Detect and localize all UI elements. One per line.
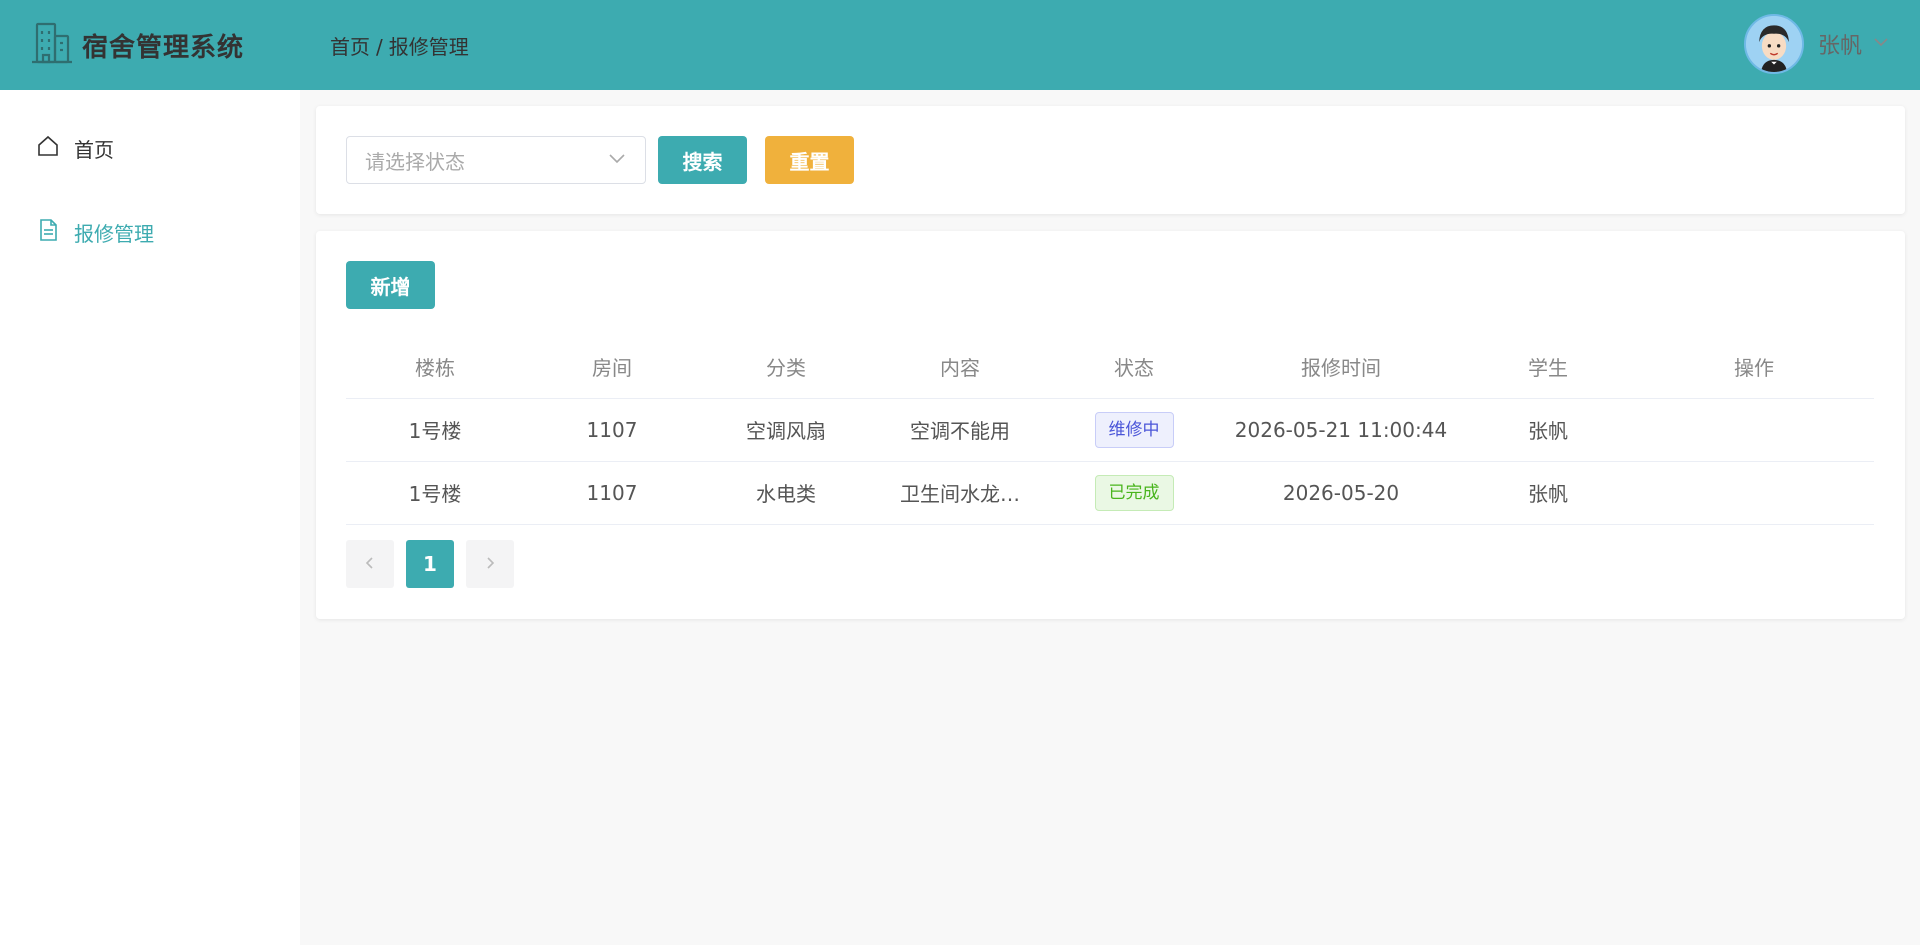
table-header-row: 楼栋 房间 分类 内容 状态 报修时间 学生 操作 xyxy=(346,335,1874,399)
chevron-right-icon xyxy=(482,552,498,576)
table-row[interactable]: 1号楼 1107 空调风扇 空调不能用 维修中 2026-05-21 11:00… xyxy=(346,398,1874,462)
column-header: 房间 xyxy=(524,335,700,399)
sidebar-item-label: 报修管理 xyxy=(74,221,154,246)
cell-student: 张帆 xyxy=(1462,398,1634,462)
cell-action xyxy=(1634,398,1874,462)
breadcrumb-current: 报修管理 xyxy=(388,34,469,59)
breadcrumb: 首页 / 报修管理 xyxy=(330,31,469,60)
sidebar: 首页 报修管理 xyxy=(0,90,300,945)
cell-building: 1号楼 xyxy=(346,461,524,525)
chevron-down-icon xyxy=(607,148,645,172)
column-header: 报修时间 xyxy=(1220,335,1462,399)
avatar-icon xyxy=(1743,14,1804,74)
search-panel: 请选择状态 搜索 重置 xyxy=(316,106,1905,214)
status-select[interactable]: 请选择状态 xyxy=(346,136,646,184)
cell-category: 水电类 xyxy=(700,461,872,525)
document-icon xyxy=(36,218,74,247)
app-title: 宿舍管理系统 xyxy=(82,32,245,63)
column-header: 楼栋 xyxy=(346,335,524,399)
cell-category: 空调风扇 xyxy=(700,398,872,462)
sidebar-item-home[interactable]: 首页 xyxy=(0,106,300,190)
chevron-left-icon xyxy=(362,552,378,576)
prev-page-button[interactable] xyxy=(346,540,394,588)
cell-student: 张帆 xyxy=(1462,461,1634,525)
status-select-placeholder: 请选择状态 xyxy=(365,149,465,174)
cell-status: 已完成 xyxy=(1048,461,1220,525)
column-header: 状态 xyxy=(1048,335,1220,399)
cell-status: 维修中 xyxy=(1048,398,1220,462)
column-header: 内容 xyxy=(872,335,1048,399)
cell-content: 卫生间水龙… xyxy=(872,461,1048,525)
breadcrumb-separator: / xyxy=(376,34,383,59)
cell-content: 空调不能用 xyxy=(872,398,1048,462)
breadcrumb-home[interactable]: 首页 xyxy=(330,35,370,59)
sidebar-item-label: 首页 xyxy=(74,137,114,162)
reset-button[interactable]: 重置 xyxy=(765,136,854,184)
building-icon xyxy=(28,19,76,71)
chevron-down-icon xyxy=(1862,33,1890,55)
cell-room: 1107 xyxy=(524,398,700,462)
app-logo[interactable]: 宿舍管理系统 xyxy=(28,19,330,71)
cell-room: 1107 xyxy=(524,461,700,525)
cell-time: 2026-05-21 11:00:44 xyxy=(1220,398,1462,462)
user-name: 张帆 xyxy=(1817,34,1862,59)
column-header: 学生 xyxy=(1462,335,1634,399)
status-badge: 维修中 xyxy=(1094,411,1174,448)
pagination: 1 xyxy=(346,540,526,588)
cell-time: 2026-05-20 xyxy=(1220,461,1462,525)
top-header: 宿舍管理系统 首页 / 报修管理 张帆 xyxy=(0,0,1920,90)
cell-building: 1号楼 xyxy=(346,398,524,462)
cell-action xyxy=(1634,461,1874,525)
next-page-button[interactable] xyxy=(466,540,514,588)
repair-table: 楼栋 房间 分类 内容 状态 报修时间 学生 操作 1号楼 1107 空调风扇 … xyxy=(346,335,1874,525)
add-button[interactable]: 新增 xyxy=(346,261,435,309)
table-panel: 新增 楼栋 房间 分类 内容 状态 报修时间 学生 操作 1号楼 1107 空调… xyxy=(316,231,1905,619)
search-button[interactable]: 搜索 xyxy=(658,136,747,184)
status-badge: 已完成 xyxy=(1094,474,1174,511)
page-number-button[interactable]: 1 xyxy=(406,540,454,588)
column-header: 操作 xyxy=(1634,335,1874,399)
table-row[interactable]: 1号楼 1107 水电类 卫生间水龙… 已完成 2026-05-20 张帆 xyxy=(346,461,1874,525)
user-menu[interactable]: 张帆 xyxy=(1743,14,1890,74)
home-icon xyxy=(36,134,74,163)
sidebar-item-repair[interactable]: 报修管理 xyxy=(0,190,300,274)
column-header: 分类 xyxy=(700,335,872,399)
